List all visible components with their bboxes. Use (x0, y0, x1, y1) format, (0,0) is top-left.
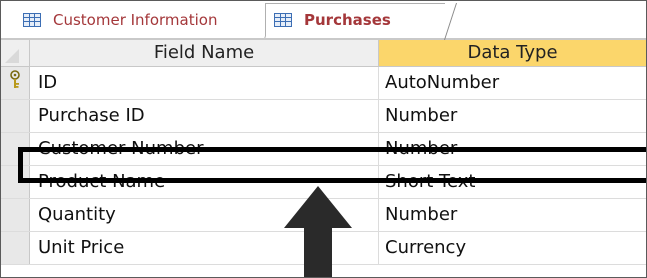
data-type-cell[interactable]: Currency (379, 232, 646, 264)
tab-customer-information[interactable]: Customer Information (15, 3, 265, 36)
tab-label: Customer Information (53, 10, 218, 29)
row-selector[interactable] (1, 199, 30, 231)
highlight-box (18, 147, 646, 183)
field-name-cell[interactable]: Purchase ID (30, 100, 379, 132)
primary-key-icon (10, 70, 20, 88)
document-tabs: Customer Information Purchases (1, 1, 646, 40)
table-row[interactable]: Purchase ID Number (1, 100, 646, 133)
table-row[interactable]: ID AutoNumber (1, 67, 646, 100)
grid-header: Field Name Data Type (1, 40, 646, 67)
data-type-cell[interactable]: AutoNumber (379, 67, 646, 99)
table-design-view: Customer Information Purchases Field Nam… (0, 0, 647, 278)
column-header-field-name[interactable]: Field Name (30, 40, 379, 66)
data-type-cell[interactable]: Number (379, 199, 646, 231)
table-icon (274, 13, 292, 27)
column-header-data-type[interactable]: Data Type (379, 40, 646, 66)
tab-purchases[interactable]: Purchases (265, 3, 445, 36)
select-all-corner[interactable] (1, 40, 30, 66)
row-selector[interactable] (1, 67, 30, 99)
up-arrow-icon (284, 186, 352, 277)
field-name-cell[interactable]: ID (30, 67, 379, 99)
data-type-cell[interactable]: Number (379, 100, 646, 132)
row-selector[interactable] (1, 100, 30, 132)
row-selector[interactable] (1, 232, 30, 264)
tab-label: Purchases (304, 11, 391, 29)
table-icon (23, 12, 41, 27)
